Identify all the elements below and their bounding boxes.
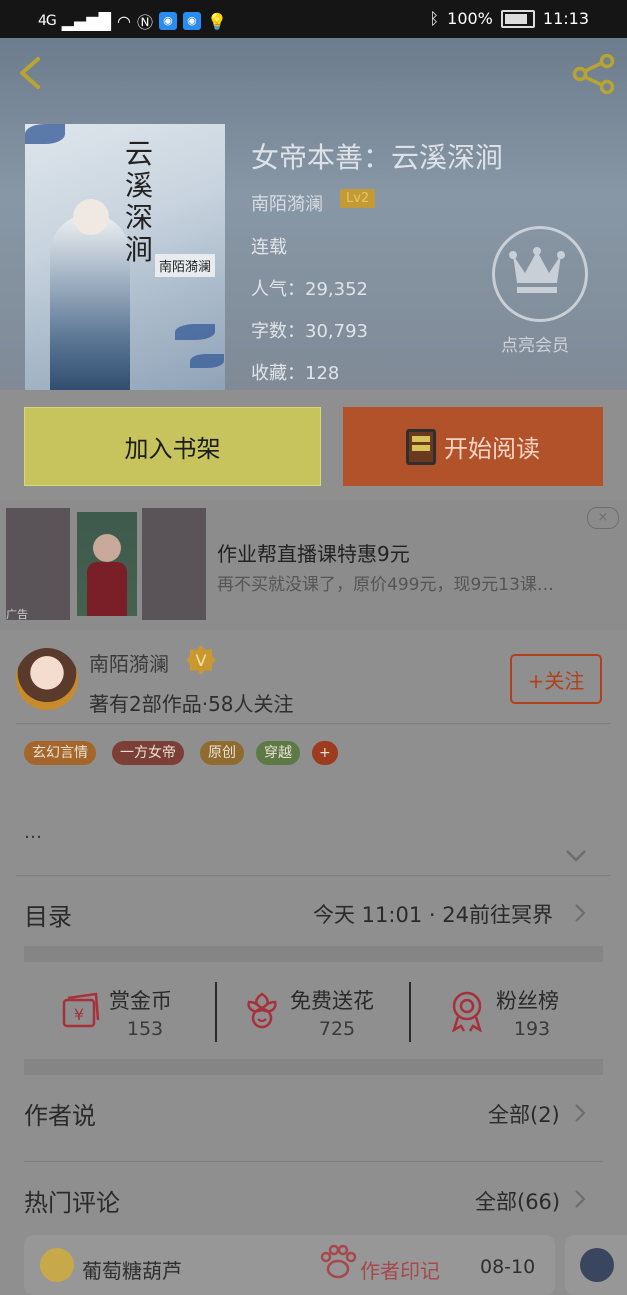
- fan-ranking-icon: [448, 990, 486, 1036]
- cover-leaf: [190, 354, 224, 368]
- book-status: 连载: [251, 237, 287, 258]
- book-popularity: 人气：29,352: [251, 279, 368, 300]
- follow-button[interactable]: +关注: [510, 654, 602, 704]
- chevron-down-icon: [566, 850, 586, 862]
- wifi-icon: ◠: [116, 11, 131, 31]
- app-notify-icon-2: ◉: [182, 12, 201, 30]
- battery-percent: 100%: [447, 9, 493, 28]
- bulb-icon: 💡: [206, 11, 227, 31]
- book-favorites: 收藏：128: [251, 363, 340, 384]
- signal-bars-icon: ▂▄▆█: [61, 11, 111, 31]
- divider: [16, 723, 611, 724]
- tag-genre[interactable]: 玄幻言情: [24, 741, 96, 765]
- chevron-right-icon: [574, 1189, 586, 1213]
- status-left: 4G ▂▄▆█ ◠ Ⓝ ◉ ◉ 💡: [38, 9, 227, 33]
- ad-image-right: [142, 508, 206, 620]
- ad-image-center: [77, 512, 137, 616]
- divider-vertical: [409, 982, 411, 1042]
- author-says-all[interactable]: 全部(2): [488, 1099, 560, 1129]
- signal-icon: 4G: [38, 13, 57, 29]
- start-reading-label: 开始阅读: [444, 435, 540, 463]
- section-separator: [24, 946, 603, 962]
- bluetooth-icon: ᛒ: [429, 9, 440, 28]
- book-icon: [406, 428, 436, 465]
- catalog-label[interactable]: 目录: [24, 897, 72, 932]
- author-name[interactable]: 南陌漪澜: [89, 648, 169, 677]
- tag-timetravel[interactable]: 穿越: [256, 741, 300, 765]
- battery-icon: [500, 9, 535, 28]
- comment-date: 08-10: [480, 1256, 536, 1278]
- chevron-right-icon: [574, 903, 586, 927]
- status-right: ᛒ 100% 11:13: [430, 9, 589, 28]
- gift-flowers-count: 725: [318, 1018, 356, 1040]
- commenter-avatar[interactable]: [40, 1248, 74, 1282]
- svg-text:V: V: [196, 651, 207, 670]
- section-separator: [24, 1059, 603, 1075]
- gift-coins-label[interactable]: 赏金币: [109, 985, 172, 1015]
- paw-icon: [318, 1243, 358, 1285]
- author-avatar[interactable]: [16, 648, 78, 710]
- vip-button[interactable]: [492, 226, 588, 322]
- expand-intro-button[interactable]: [565, 848, 587, 867]
- book-title: 女帝本善：云溪深涧: [251, 141, 504, 174]
- ad-image-left: [6, 508, 70, 620]
- cover-author: 南陌漪澜: [155, 254, 216, 277]
- svg-text:¥: ¥: [74, 1005, 84, 1024]
- tag-add-button[interactable]: +: [312, 741, 338, 765]
- catalog-latest[interactable]: 今天 11:01 · 24前往冥界: [313, 899, 553, 929]
- clock: 11:13: [542, 9, 589, 28]
- hot-comments-all[interactable]: 全部(66): [475, 1186, 560, 1216]
- nfc-icon: Ⓝ: [136, 13, 153, 32]
- book-author[interactable]: 南陌漪澜: [251, 190, 323, 216]
- crown-icon: [509, 247, 565, 293]
- tag-label: 穿越: [264, 745, 292, 761]
- book-words: 字数：30,793: [251, 321, 368, 342]
- ad-subtitle[interactable]: 再不买就没课了，原价499元，现9元13课…: [217, 570, 554, 595]
- flower-icon: [243, 990, 281, 1034]
- gift-coins-count: 153: [126, 1018, 164, 1040]
- level-badge: Lv2: [340, 189, 376, 208]
- tag-label: 一方女帝: [120, 745, 176, 761]
- next-commenter-avatar[interactable]: [580, 1248, 614, 1282]
- share-icon: [572, 53, 615, 95]
- ad-tag: 广告: [6, 608, 28, 621]
- author-meta: 著有2部作品·58人关注: [89, 692, 294, 716]
- verified-badge-icon: V: [185, 644, 217, 676]
- tag-add-label: +: [319, 745, 331, 761]
- fan-ranking-label[interactable]: 粉丝榜: [496, 985, 559, 1015]
- cover-figure: [50, 214, 130, 390]
- tag-label: 原创: [208, 745, 236, 761]
- divider: [16, 875, 611, 876]
- divider-vertical: [215, 982, 217, 1042]
- chevron-right-icon: [574, 1103, 586, 1127]
- tag-theme[interactable]: 一方女帝: [112, 741, 184, 765]
- chevron-left-icon: [20, 57, 40, 89]
- author-says-label[interactable]: 作者说: [24, 1096, 96, 1131]
- vip-label: 点亮会员: [501, 336, 569, 356]
- book-cover[interactable]: 云溪深涧 南陌漪澜: [25, 124, 225, 390]
- cover-title: 云溪深涧: [125, 137, 154, 266]
- ad-title[interactable]: 作业帮直播课特惠9元: [217, 538, 410, 567]
- share-button[interactable]: [572, 53, 616, 95]
- gold-coin-icon: ¥: [58, 992, 102, 1036]
- back-button[interactable]: [14, 56, 48, 90]
- add-to-shelf-button[interactable]: 加入书架: [24, 407, 321, 486]
- hot-comments-label[interactable]: 热门评论: [24, 1183, 120, 1218]
- cover-figure-head: [73, 199, 109, 235]
- add-to-shelf-label: 加入书架: [124, 435, 221, 463]
- cover-leaf: [175, 324, 215, 340]
- ad-close-button[interactable]: ×: [587, 507, 619, 529]
- start-reading-button[interactable]: 开始阅读: [343, 407, 603, 486]
- intro-text: …: [24, 822, 42, 843]
- gift-flowers-label[interactable]: 免费送花: [290, 985, 374, 1015]
- tag-original[interactable]: 原创: [200, 741, 244, 765]
- fan-ranking-count: 193: [513, 1018, 551, 1040]
- divider: [24, 1161, 603, 1162]
- cover-leaf: [25, 124, 65, 144]
- app-notify-icon: ◉: [158, 12, 177, 30]
- status-bar: 4G ▂▄▆█ ◠ Ⓝ ◉ ◉ 💡 ᛒ 100% 11:13: [0, 0, 627, 38]
- tag-label: 玄幻言情: [32, 745, 88, 761]
